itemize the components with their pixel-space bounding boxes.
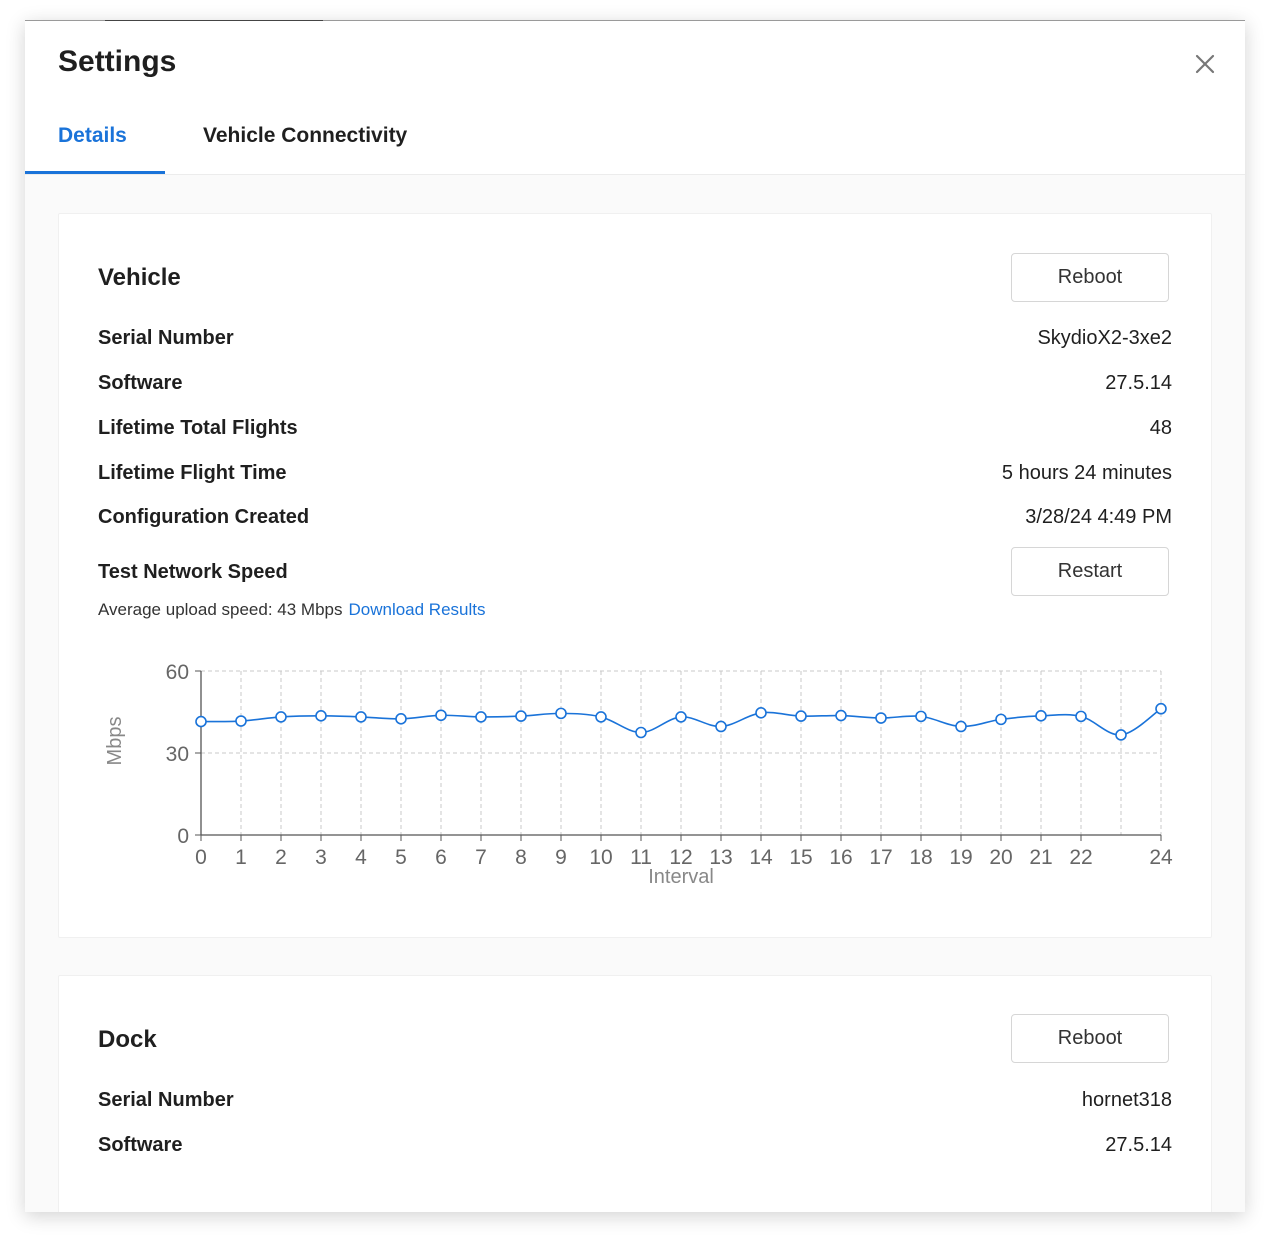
settings-modal: Settings Details Vehicle Connectivity Ve…	[25, 20, 1245, 1212]
x-tick-label: 0	[195, 846, 207, 869]
x-tick-label: 2	[275, 846, 287, 869]
data-point	[755, 707, 767, 719]
data-point	[715, 720, 727, 733]
data-point	[955, 720, 967, 733]
x-tick-label: 14	[749, 846, 773, 869]
data-point	[435, 709, 447, 722]
data-point	[475, 711, 487, 723]
data-point	[995, 713, 1007, 726]
x-tick-label: 6	[435, 846, 447, 869]
vehicle-flight-time-value: 5 hours 24 minutes	[1001, 462, 1172, 484]
data-point	[235, 715, 247, 727]
y-axis-label: Mbps	[104, 717, 126, 766]
vehicle-config-value: 3/28/24 4:49 PM	[1025, 506, 1172, 528]
data-point	[275, 711, 287, 723]
data-point	[355, 711, 367, 723]
data-point	[595, 711, 607, 723]
y-tick-label: 30	[166, 743, 189, 766]
vehicle-software-label: Software	[98, 372, 183, 394]
network-speed-label: Test Network Speed	[98, 561, 288, 583]
x-tick-label: 1	[235, 846, 247, 869]
x-tick-label: 5	[395, 846, 407, 869]
download-results-link[interactable]: Download Results	[348, 600, 485, 619]
vehicle-card: Vehicle Reboot Serial Number SkydioX2-3x…	[58, 213, 1212, 938]
data-point	[555, 707, 567, 720]
data-point	[1075, 710, 1087, 723]
vehicle-config-label: Configuration Created	[98, 506, 310, 528]
data-point	[835, 709, 847, 722]
data-point	[635, 726, 647, 739]
dock-section-title: Dock	[98, 1026, 157, 1053]
average-upload-text: Average upload speed: 43 Mbps	[98, 600, 343, 619]
data-point	[1155, 702, 1167, 715]
data-point	[195, 715, 207, 728]
dock-card: Dock Reboot Serial Number hornet318 Soft…	[58, 975, 1212, 1212]
modal-title: Settings	[58, 45, 177, 78]
x-tick-label: 4	[355, 846, 367, 869]
data-point	[395, 713, 407, 725]
x-tick-label: 9	[555, 846, 567, 869]
network-restart-button[interactable]: Restart	[1011, 547, 1169, 596]
data-point	[315, 710, 327, 722]
x-tick-label: 3	[315, 846, 327, 869]
vehicle-flights-label: Lifetime Total Flights	[98, 417, 298, 439]
dock-software-label: Software	[98, 1134, 183, 1156]
data-point	[1035, 710, 1047, 722]
x-tick-label: 8	[515, 846, 527, 869]
x-tick-label: 7	[475, 846, 487, 869]
vehicle-software-value: 27.5.14	[1105, 372, 1172, 394]
x-axis-label: Interval	[648, 866, 714, 888]
x-tick-label: 18	[909, 846, 932, 869]
close-icon[interactable]	[1191, 50, 1219, 78]
x-tick-label: 20	[989, 846, 1012, 869]
vehicle-serial-label: Serial Number	[98, 327, 234, 349]
data-point	[515, 710, 527, 722]
vehicle-flight-time-label: Lifetime Flight Time	[98, 462, 287, 484]
y-tick-label: 60	[166, 661, 189, 684]
data-point	[915, 710, 927, 723]
x-tick-label: 22	[1069, 846, 1092, 869]
x-tick-label: 24	[1149, 846, 1173, 869]
x-tick-label: 17	[869, 846, 892, 869]
data-point	[795, 710, 807, 722]
dock-software-value: 27.5.14	[1105, 1134, 1172, 1156]
vehicle-serial-value: SkydioX2-3xe2	[1037, 327, 1172, 349]
dock-serial-label: Serial Number	[98, 1089, 234, 1111]
vehicle-section-title: Vehicle	[98, 264, 181, 291]
x-tick-label: 16	[829, 846, 852, 869]
data-point	[875, 712, 887, 724]
active-tab-indicator	[25, 171, 165, 174]
vehicle-flights-value: 48	[1149, 417, 1172, 439]
dock-reboot-button[interactable]: Reboot	[1011, 1014, 1169, 1063]
y-tick-label: 0	[177, 825, 189, 848]
data-point	[675, 711, 687, 723]
x-tick-label: 19	[949, 846, 972, 869]
network-speed-chart: 030600 1 2 3 4 5 6 7 8 9 10 11 12 13 14 15 16 17 18 19 20 21 2…	[104, 661, 1173, 888]
x-tick-label: 15	[789, 846, 812, 869]
vehicle-reboot-button[interactable]: Reboot	[1011, 253, 1169, 302]
x-tick-label: 10	[589, 846, 612, 869]
tab-vehicle-connectivity[interactable]: Vehicle Connectivity	[203, 124, 407, 148]
modal-header: Settings Details Vehicle Connectivity	[25, 21, 1245, 175]
data-point	[1115, 729, 1127, 741]
x-tick-label: 21	[1029, 846, 1052, 869]
dock-serial-value: hornet318	[1081, 1089, 1172, 1111]
tab-details[interactable]: Details	[58, 124, 127, 148]
average-upload-speed: Average upload speed: 43 Mbps Download Re…	[98, 600, 486, 620]
